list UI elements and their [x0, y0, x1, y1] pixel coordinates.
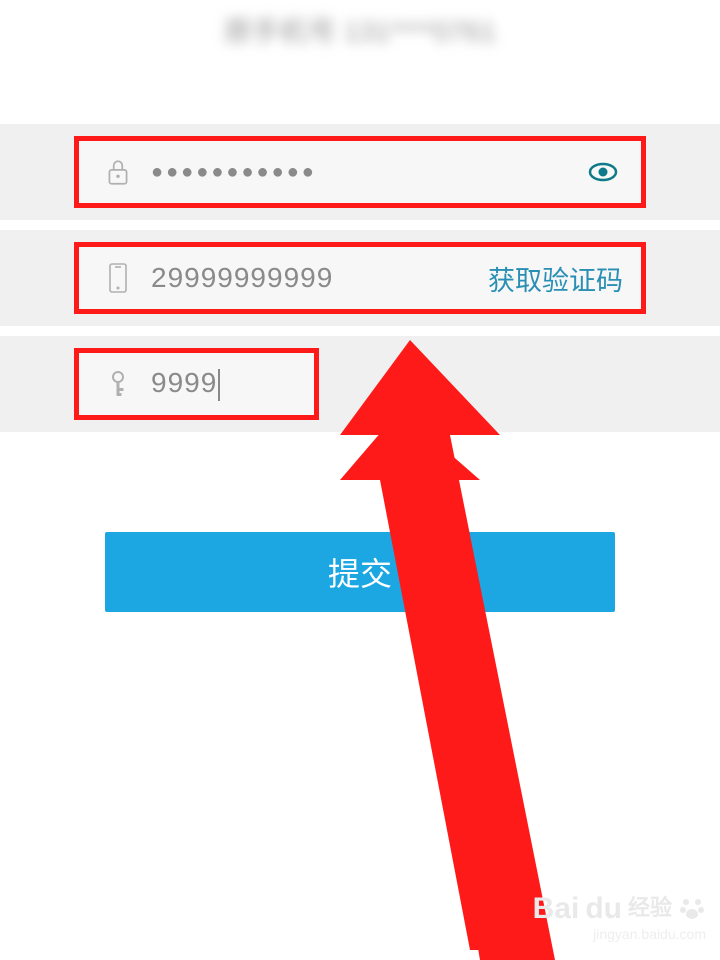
- spacer: [0, 60, 720, 124]
- password-input[interactable]: ●●●●●●●●●●●: [139, 161, 583, 184]
- submit-container: 提交: [0, 532, 720, 612]
- password-row[interactable]: ●●●●●●●●●●●: [74, 136, 646, 208]
- phone-icon: [97, 262, 139, 294]
- watermark-du: du: [585, 892, 622, 925]
- phone-block: 29999999999 获取验证码: [0, 230, 720, 326]
- lock-icon: [97, 157, 139, 187]
- code-block: 9999: [0, 336, 720, 432]
- password-block: ●●●●●●●●●●●: [0, 124, 720, 220]
- code-value: 9999: [151, 367, 217, 398]
- header-label: 原手机号 131****0761: [224, 10, 496, 50]
- phone-row[interactable]: 29999999999 获取验证码: [74, 242, 646, 314]
- eye-icon[interactable]: [583, 162, 623, 182]
- watermark: Baidu 经验 jingyan.baidu.com: [533, 892, 706, 942]
- get-code-button[interactable]: 获取验证码: [478, 259, 623, 298]
- watermark-url: jingyan.baidu.com: [533, 927, 706, 942]
- paw-icon: [678, 894, 706, 922]
- watermark-cn: 经验: [628, 896, 672, 920]
- watermark-brand: Baidu 经验: [533, 892, 706, 925]
- watermark-bai: Bai: [533, 892, 580, 925]
- phone-input[interactable]: 29999999999: [139, 262, 478, 294]
- key-icon: [97, 369, 139, 399]
- annotation-arrow: [340, 340, 690, 960]
- code-row[interactable]: 9999: [74, 348, 319, 420]
- text-caret: [218, 369, 220, 401]
- page-header: 原手机号 131****0761: [0, 0, 720, 60]
- submit-button[interactable]: 提交: [105, 532, 615, 612]
- submit-label: 提交: [328, 549, 392, 595]
- code-input[interactable]: 9999: [139, 367, 296, 401]
